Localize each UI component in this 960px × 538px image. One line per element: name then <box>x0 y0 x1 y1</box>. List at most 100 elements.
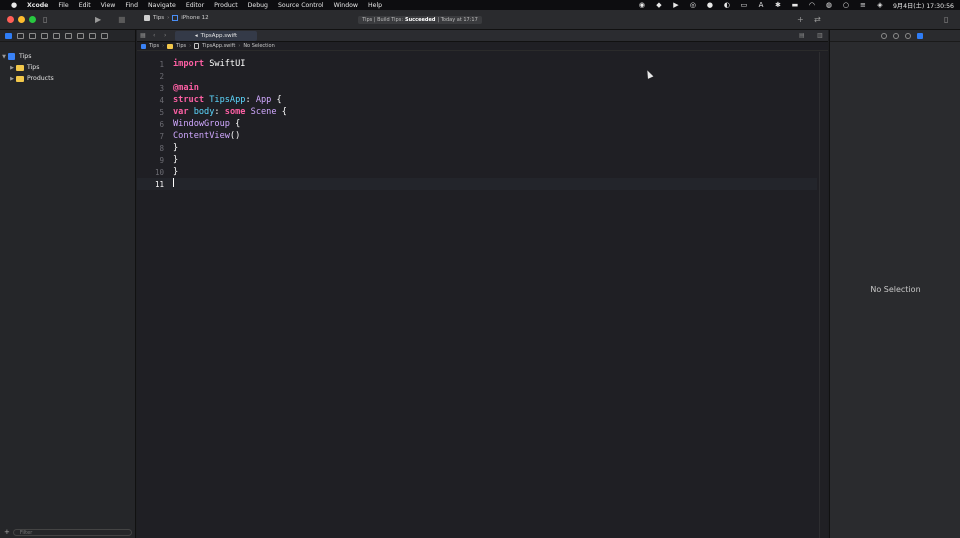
code-line[interactable]: 9 } <box>137 154 817 166</box>
add-icon[interactable]: + <box>797 15 804 25</box>
user-icon[interactable]: ◍ <box>825 1 833 9</box>
status-slash-icon[interactable]: ◐ <box>723 1 731 9</box>
source-editor: ▦ ‹ › ◂ TipsApp.swift ▤ ▥ Tips › Tips › … <box>137 30 828 538</box>
jumpbar-folder[interactable]: Tips <box>176 43 186 49</box>
status-dot-icon[interactable]: ● <box>706 1 714 9</box>
code-line[interactable]: 8 } <box>137 142 817 154</box>
folder-tab-icon[interactable] <box>5 32 12 39</box>
tree-item-tips-folder[interactable]: ▶ Tips <box>0 62 135 73</box>
debug-tab-icon[interactable] <box>77 32 84 39</box>
control-center-icon[interactable]: ≡ <box>859 1 867 9</box>
zoom-window-button[interactable] <box>29 16 36 23</box>
tree-label-products: Products <box>27 75 54 82</box>
code-line[interactable]: 5 var body: some Scene { <box>137 106 817 118</box>
bluetooth-icon[interactable]: ✱ <box>774 1 782 9</box>
navigator-filter-bar: + Filter <box>4 528 132 536</box>
disclosure-closed-icon[interactable]: ▶ <box>8 65 16 71</box>
back-icon[interactable]: ‹ <box>153 32 155 39</box>
history-inspector-icon[interactable] <box>893 32 899 39</box>
inspector-toggle-icon[interactable]: ▯ <box>944 15 948 25</box>
tree-item-project[interactable]: ▼ Tips <box>0 51 135 62</box>
issue-tab-icon[interactable] <box>53 32 60 39</box>
symbol-tab-icon[interactable] <box>29 32 36 39</box>
report-tab-icon[interactable] <box>101 32 108 39</box>
tab-tipsapp-swift[interactable]: ◂ TipsApp.swift <box>175 31 257 41</box>
dropbox-icon[interactable]: ◆ <box>655 1 663 9</box>
code-line[interactable]: 3 @main <box>137 82 817 94</box>
code-line[interactable]: 10 } <box>137 166 817 178</box>
code-line[interactable]: 1 import SwiftUI <box>137 58 817 70</box>
attributes-inspector-icon[interactable] <box>917 32 923 39</box>
jumpbar-file[interactable]: TipsApp.swift <box>202 43 235 49</box>
code-line[interactable]: 7 ContentView() <box>137 130 817 142</box>
tree-item-products-folder[interactable]: ▶ Products <box>0 73 135 84</box>
arrows-icon[interactable]: ▶ <box>672 1 680 9</box>
activity-suffix: | Today at 17:17 <box>437 17 478 23</box>
jumpbar-project[interactable]: Tips <box>149 43 159 49</box>
scheme-selector[interactable]: Tips › iPhone 12 <box>144 15 209 21</box>
find-tab-icon[interactable] <box>41 32 48 39</box>
help-inspector-icon[interactable] <box>905 32 911 39</box>
menu-editor[interactable]: Editor <box>186 2 204 9</box>
disclosure-open-icon[interactable]: ▼ <box>0 54 8 60</box>
tree-label-project: Tips <box>19 53 32 60</box>
adjust-editor-icon[interactable]: ▤ <box>799 32 805 39</box>
close-window-button[interactable] <box>7 16 14 23</box>
menu-product[interactable]: Product <box>214 2 238 9</box>
text-input-icon[interactable]: A <box>757 1 765 9</box>
code-line-current[interactable]: 11 <box>137 178 817 190</box>
code-text: var body: some Scene { <box>173 107 287 117</box>
swap-icon[interactable]: ⇄ <box>814 15 821 25</box>
line-number: 6 <box>159 119 164 129</box>
menu-xcode[interactable]: Xcode <box>27 2 48 9</box>
menu-source-control[interactable]: Source Control <box>278 2 324 9</box>
sidebar-toggle-icon[interactable]: ▯ <box>43 15 47 25</box>
tab-label: TipsApp.swift <box>200 33 238 39</box>
jumpbar-selection[interactable]: No Selection <box>243 43 274 49</box>
test-tab-icon[interactable] <box>65 32 72 39</box>
minimize-window-button[interactable] <box>18 16 25 23</box>
line-number: 5 <box>159 107 164 117</box>
source-control-tab-icon[interactable] <box>17 32 24 39</box>
build-status: Succeeded <box>405 17 436 23</box>
disclosure-closed-icon[interactable]: ▶ <box>8 76 16 82</box>
menu-edit[interactable]: Edit <box>79 2 91 9</box>
display-icon[interactable]: ▭ <box>740 1 748 9</box>
code-area[interactable]: 1 import SwiftUI 2 3 @main 4 struct Tips… <box>137 58 817 190</box>
minimap-scrollbar[interactable] <box>819 52 827 538</box>
run-icon[interactable]: ▶ <box>95 15 101 25</box>
wifi-icon[interactable]: ◠ <box>808 1 816 9</box>
menu-window[interactable]: Window <box>334 2 358 9</box>
filter-input[interactable]: Filter <box>12 528 132 536</box>
menu-help[interactable]: Help <box>368 2 382 9</box>
menu-file[interactable]: File <box>58 2 68 9</box>
code-line[interactable]: 2 <box>137 70 817 82</box>
menu-view[interactable]: View <box>101 2 116 9</box>
line-number: 2 <box>159 71 164 81</box>
file-inspector-icon[interactable] <box>881 32 887 39</box>
activity-prefix: Tips | Build Tips: <box>362 17 404 23</box>
chevron-right-icon: › <box>162 43 165 49</box>
menubar-clock[interactable]: 9月4日(土) 17:30:56 <box>893 1 954 10</box>
code-line[interactable]: 6 WindowGroup { <box>137 118 817 130</box>
project-icon <box>8 53 15 60</box>
status-circle-icon[interactable]: ◉ <box>638 1 646 9</box>
code-text: } <box>173 143 179 153</box>
grid-icon[interactable]: ▦ <box>140 32 146 39</box>
siri-icon[interactable]: ◈ <box>876 1 884 9</box>
project-icon <box>141 43 146 49</box>
menu-find[interactable]: Find <box>125 2 138 9</box>
status-p-icon[interactable]: ◎ <box>689 1 697 9</box>
spotlight-icon[interactable]: ○ <box>842 1 850 9</box>
stop-icon[interactable]: ■ <box>118 15 126 25</box>
apple-icon[interactable]: ● <box>9 0 19 10</box>
menu-debug[interactable]: Debug <box>248 2 268 9</box>
chevron-right-icon: › <box>189 43 192 49</box>
forward-icon[interactable]: › <box>164 32 166 39</box>
menu-navigate[interactable]: Navigate <box>148 2 176 9</box>
breakpoint-tab-icon[interactable] <box>89 32 96 39</box>
code-line[interactable]: 4 struct TipsApp: App { <box>137 94 817 106</box>
add-file-icon[interactable]: + <box>4 528 10 536</box>
split-editor-icon[interactable]: ▥ <box>817 32 823 39</box>
battery-icon[interactable]: ▬ <box>791 1 799 9</box>
